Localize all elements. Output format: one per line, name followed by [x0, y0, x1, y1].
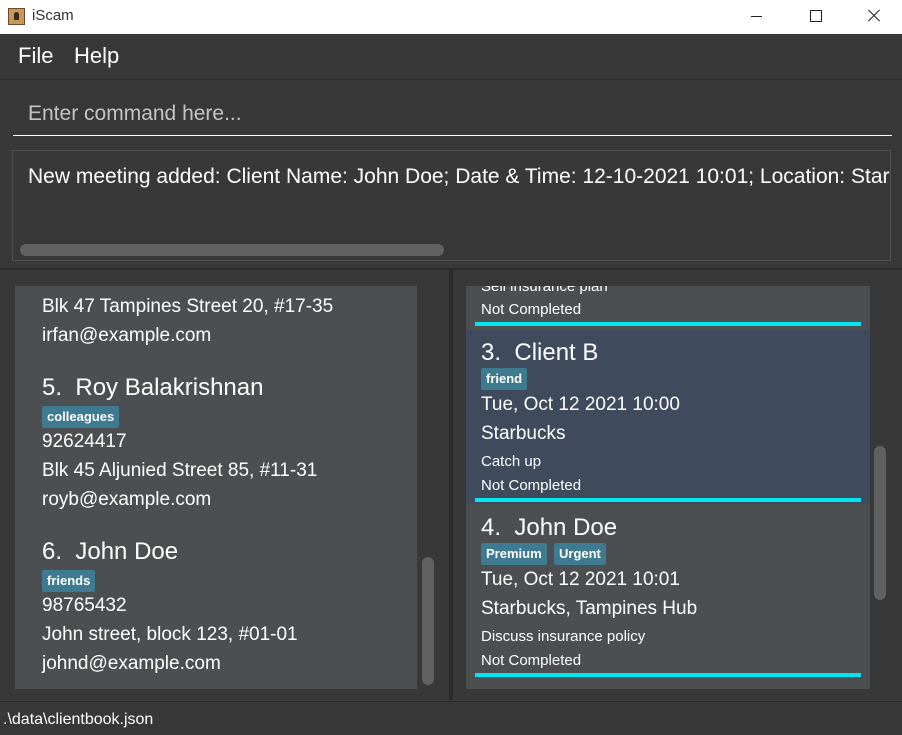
meeting-list-scrollbar[interactable]: [874, 446, 886, 600]
close-icon: [867, 9, 881, 23]
client-card[interactable]: 6. John Doe friends 98765432 John street…: [15, 525, 417, 689]
minimize-button[interactable]: [727, 0, 785, 34]
meeting-datetime: Tue, Oct 12 2021 10:00: [481, 394, 680, 415]
client-list-scrollbar[interactable]: [422, 557, 434, 685]
client-tag: friends: [42, 570, 96, 592]
client-phone: 92624417: [42, 431, 127, 452]
menu-file[interactable]: File: [18, 43, 53, 69]
status-bar: .\data\clientbook.json: [0, 701, 902, 735]
meeting-status: Not Completed: [481, 477, 582, 494]
command-input[interactable]: [13, 92, 892, 136]
menu-help[interactable]: Help: [74, 43, 119, 69]
client-email: irfan@example.com: [42, 325, 212, 346]
command-area: [0, 80, 902, 146]
meeting-client-name: 3. Client B: [481, 339, 599, 366]
maximize-button[interactable]: [786, 0, 844, 34]
client-name: 6. John Doe: [42, 538, 179, 565]
meeting-tag: Urgent: [554, 543, 606, 565]
meeting-tag: friend: [481, 368, 528, 390]
meeting-datetime: Tue, Oct 12 2021 10:01: [481, 569, 680, 590]
client-card[interactable]: 5. Roy Balakrishnan colleagues 92624417 …: [15, 361, 417, 521]
meeting-list[interactable]: Sell insurance plan Not Completed 3. Cli…: [466, 286, 870, 689]
meeting-tag: Premium: [481, 543, 547, 565]
title-bar: iScam: [0, 0, 902, 34]
result-horizontal-scrollbar[interactable]: [20, 244, 444, 256]
meeting-description: Sell insurance plan: [481, 286, 608, 295]
meeting-status: Not Completed: [481, 652, 582, 669]
meeting-card-selected[interactable]: 3. Client B friend Tue, Oct 12 2021 10:0…: [466, 330, 870, 504]
meeting-card[interactable]: 4. John Doe Premium Urgent Tue, Oct 12 2…: [466, 506, 870, 686]
minimize-icon: [751, 16, 762, 17]
result-display: New meeting added: Client Name: John Doe…: [12, 150, 891, 261]
result-text: New meeting added: Client Name: John Doe…: [28, 165, 890, 188]
client-address: John street, block 123, #01-01: [42, 624, 298, 645]
client-email: royb@example.com: [42, 489, 212, 510]
client-address: Blk 47 Tampines Street 20, #17-35: [42, 296, 334, 317]
client-list[interactable]: Blk 47 Tampines Street 20, #17-35 irfan@…: [15, 286, 417, 689]
meeting-status-bar: [475, 322, 861, 326]
maximize-icon: [810, 10, 822, 22]
meeting-status: Not Completed: [481, 301, 582, 318]
meeting-description: Catch up: [481, 453, 542, 470]
client-card[interactable]: Blk 47 Tampines Street 20, #17-35 irfan@…: [15, 286, 417, 356]
app-icon: [8, 8, 25, 25]
meeting-location: Starbucks: [481, 423, 566, 444]
meeting-list-panel: Sell insurance plan Not Completed 3. Cli…: [453, 270, 902, 700]
meeting-description: Discuss insurance policy: [481, 628, 646, 645]
meeting-card[interactable]: Sell insurance plan Not Completed: [466, 286, 870, 328]
meeting-status-bar: [475, 498, 861, 502]
client-tag: colleagues: [42, 406, 120, 428]
meeting-status-bar: [475, 673, 861, 677]
save-location: .\data\clientbook.json: [3, 711, 154, 728]
client-list-panel: Blk 47 Tampines Street 20, #17-35 irfan@…: [0, 270, 449, 700]
window-title: iScam: [32, 7, 74, 24]
close-button[interactable]: [844, 0, 902, 34]
client-address: Blk 45 Aljunied Street 85, #11-31: [42, 460, 318, 481]
meeting-location: Starbucks, Tampines Hub: [481, 598, 698, 619]
meeting-client-name: 4. John Doe: [481, 514, 618, 541]
client-name: 5. Roy Balakrishnan: [42, 374, 264, 401]
client-phone: 98765432: [42, 595, 127, 616]
client-email: johnd@example.com: [42, 653, 221, 674]
menu-bar: File Help: [0, 35, 902, 80]
